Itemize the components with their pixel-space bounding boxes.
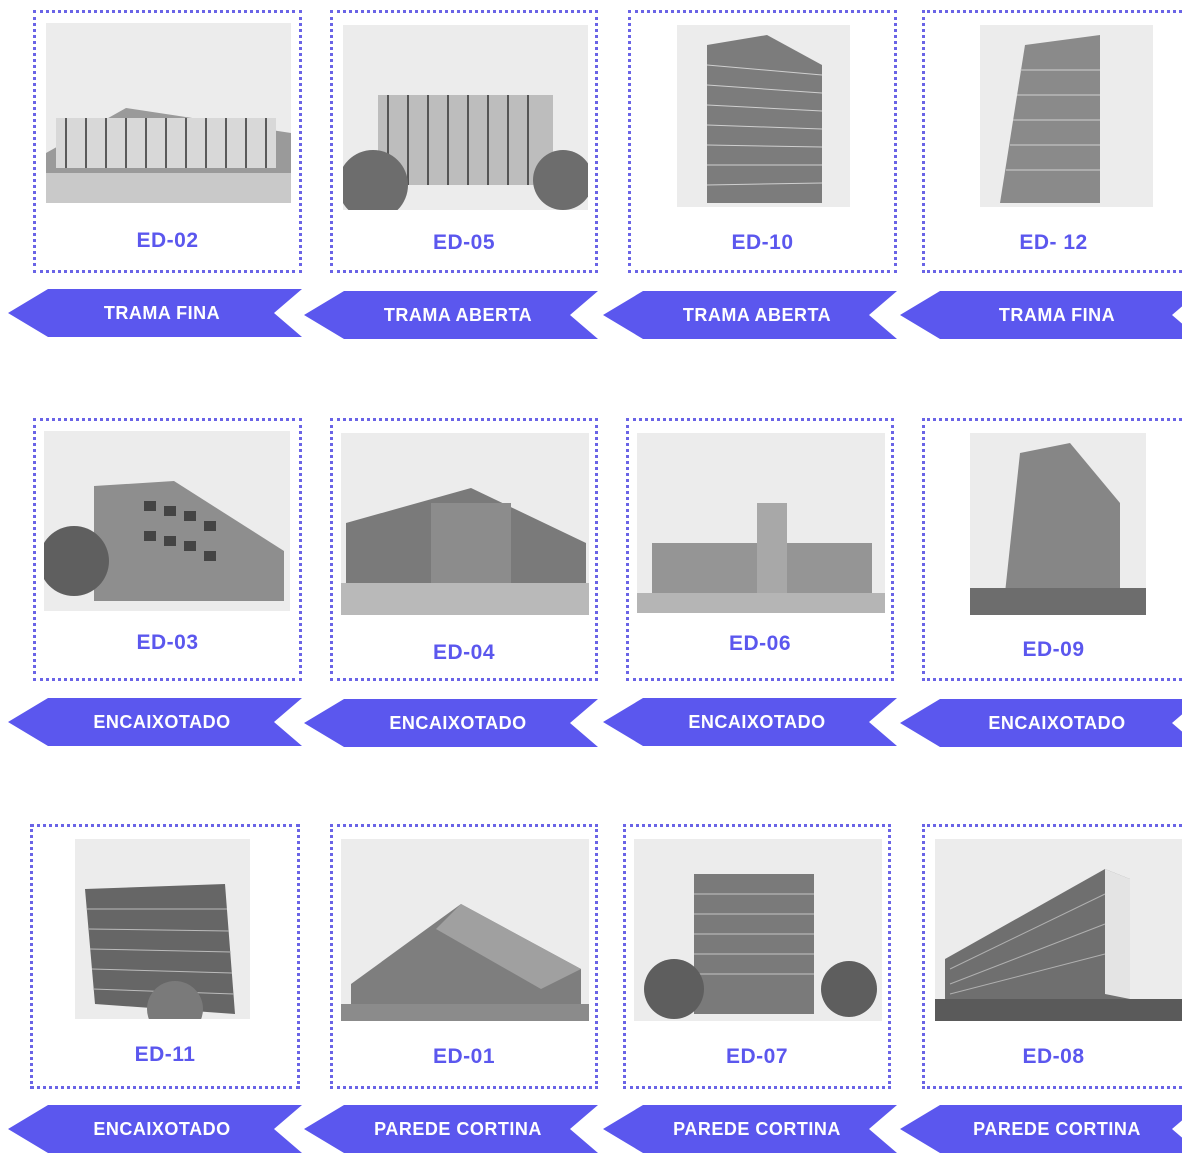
building-photo <box>980 25 1153 207</box>
building-card-ed-07[interactable]: ED-07 <box>623 824 891 1089</box>
building-code: ED-10 <box>731 231 794 254</box>
building-photo <box>44 431 290 611</box>
building-code: ED-05 <box>432 231 496 254</box>
building-code: ED- 12 <box>1019 231 1088 254</box>
building-photo <box>343 25 588 210</box>
category-tag: ENCAIXOTADO <box>900 699 1182 747</box>
building-card-ed-02[interactable]: ED-02 <box>33 10 302 273</box>
building-photo <box>677 25 850 207</box>
building-photo <box>634 839 882 1021</box>
building-card-ed-01[interactable]: ED-01 <box>330 824 598 1089</box>
category-tag: ENCAIXOTADO <box>8 698 302 746</box>
category-tag: ENCAIXOTADO <box>304 699 598 747</box>
building-card-ed-10[interactable]: ED-10 <box>628 10 897 273</box>
building-card-ed-03[interactable]: ED-03 <box>33 418 302 681</box>
building-photo <box>75 839 250 1019</box>
building-code: ED-01 <box>432 1045 496 1068</box>
building-card-ed-12[interactable]: ED- 12 <box>922 10 1182 273</box>
building-code: ED-08 <box>1022 1045 1085 1068</box>
building-card-ed-11[interactable]: ED-11 <box>30 824 300 1089</box>
building-card-ed-08[interactable]: ED-08 <box>922 824 1182 1089</box>
building-card-ed-09[interactable]: ED-09 <box>922 418 1182 681</box>
category-tag: ENCAIXOTADO <box>603 698 897 746</box>
category-tag: TRAMA FINA <box>8 289 302 337</box>
building-photo <box>637 433 885 613</box>
building-code: ED-04 <box>432 641 496 664</box>
category-tag: TRAMA ABERTA <box>304 291 598 339</box>
category-tag: TRAMA ABERTA <box>603 291 897 339</box>
building-code: ED-09 <box>1022 638 1085 661</box>
building-photo <box>341 433 589 615</box>
building-code: ED-07 <box>725 1045 789 1068</box>
building-photo <box>935 839 1182 1021</box>
building-photo <box>46 23 291 203</box>
building-code: ED-03 <box>136 631 199 654</box>
building-code: ED-11 <box>134 1043 196 1066</box>
building-card-ed-06[interactable]: ED-06 <box>626 418 894 681</box>
building-card-ed-05[interactable]: ED-05 <box>330 10 598 273</box>
building-photo <box>970 433 1146 615</box>
category-tag: TRAMA FINA <box>900 291 1182 339</box>
building-photo <box>341 839 589 1021</box>
building-card-ed-04[interactable]: ED-04 <box>330 418 598 681</box>
building-code: ED-02 <box>136 229 199 252</box>
building-code: ED-06 <box>728 632 792 655</box>
